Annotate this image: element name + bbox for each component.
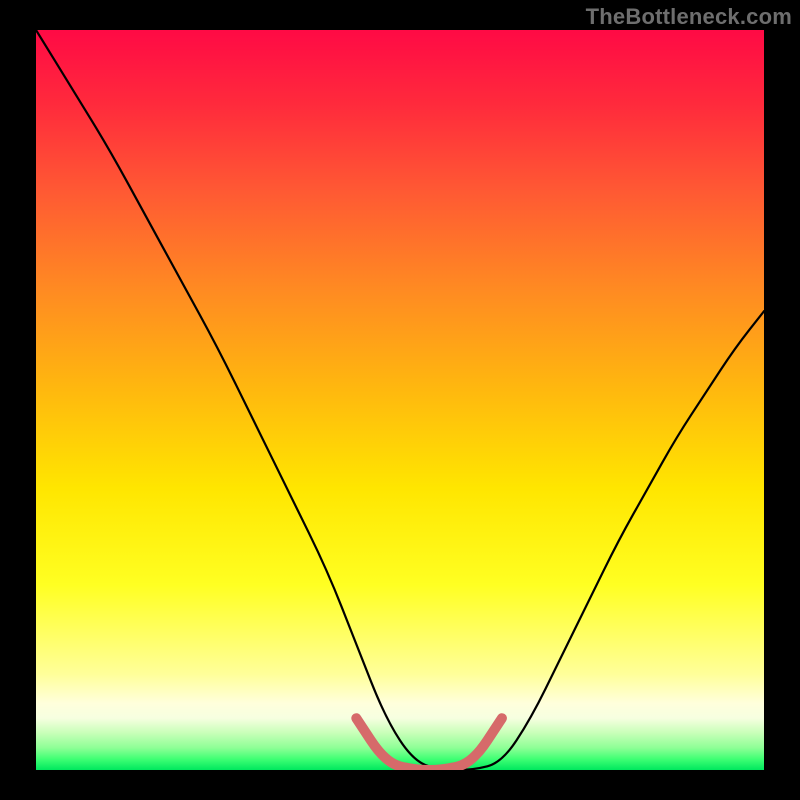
chart-canvas: TheBottleneck.com [0, 0, 800, 800]
curve-line [36, 30, 764, 770]
curve-svg [36, 30, 764, 770]
accent-segment [356, 718, 502, 770]
plot-area [36, 30, 764, 770]
watermark-label: TheBottleneck.com [586, 4, 792, 30]
